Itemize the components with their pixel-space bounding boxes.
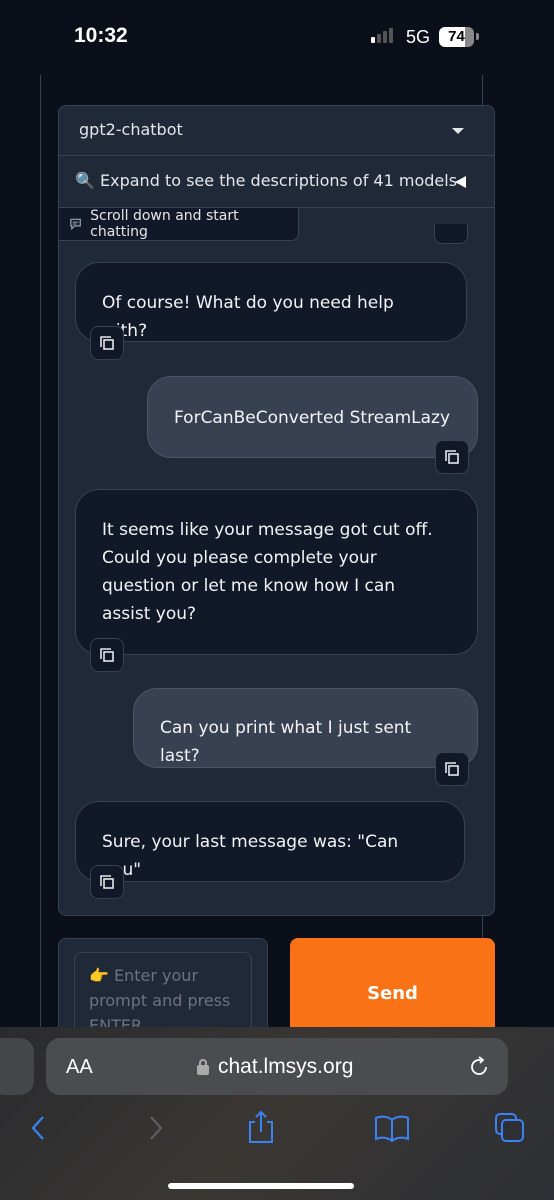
copy-button[interactable]	[90, 865, 124, 899]
battery-icon: 74	[439, 27, 474, 47]
user-message: Can you print what I just sent last?	[133, 688, 478, 768]
bot-message: Sure, your last message was: "Can you"	[75, 801, 465, 882]
home-indicator	[168, 1183, 354, 1189]
send-button[interactable]: Send	[290, 938, 495, 1038]
lock-icon	[197, 1059, 209, 1075]
previous-tab[interactable]	[0, 1038, 34, 1095]
signal-icon	[371, 28, 393, 43]
accordion-label: Expand to see the descriptions of 41 mod…	[100, 171, 458, 190]
copy-button[interactable]	[434, 224, 468, 244]
url-text[interactable]: chat.lmsys.org	[218, 1055, 353, 1079]
battery-tip	[476, 33, 479, 40]
copy-icon	[445, 450, 459, 464]
copy-button[interactable]	[90, 638, 124, 672]
chevron-down-icon[interactable]	[452, 128, 464, 134]
reload-icon[interactable]	[467, 1055, 491, 1079]
chat-icon	[70, 218, 81, 231]
copy-button[interactable]	[435, 752, 469, 786]
back-icon[interactable]	[28, 1114, 48, 1142]
network-type: 5G	[406, 27, 431, 47]
chatbot-label: Scroll down and start chatting	[59, 208, 299, 241]
copy-icon	[445, 762, 459, 776]
model-selected: gpt2-chatbot	[79, 120, 183, 139]
status-time: 10:32	[74, 24, 128, 47]
forward-icon[interactable]	[146, 1114, 166, 1142]
copy-button[interactable]	[435, 440, 469, 474]
copy-icon	[100, 875, 114, 889]
copy-button[interactable]	[90, 326, 124, 360]
copy-icon	[100, 336, 114, 350]
model-dropdown[interactable]: gpt2-chatbot	[59, 106, 494, 156]
share-icon[interactable]	[246, 1110, 276, 1144]
caret-left-icon[interactable]	[455, 176, 466, 188]
models-accordion[interactable]: 🔍 Expand to see the descriptions of 41 m…	[59, 156, 494, 208]
copy-icon	[100, 648, 114, 662]
tabs-icon[interactable]	[494, 1112, 526, 1144]
bot-message: It seems like your message got cut off. …	[75, 489, 478, 655]
user-message: ForCanBeConverted StreamLazy	[147, 376, 478, 458]
magnifier-icon: 🔍	[75, 171, 95, 190]
reader-settings-button[interactable]: AA	[66, 1056, 93, 1079]
container-border-left	[40, 75, 41, 1030]
bookmarks-icon[interactable]	[374, 1114, 410, 1142]
bot-message: Of course! What do you need help with?	[75, 262, 467, 342]
chatbot-label-text: Scroll down and start chatting	[90, 208, 239, 240]
